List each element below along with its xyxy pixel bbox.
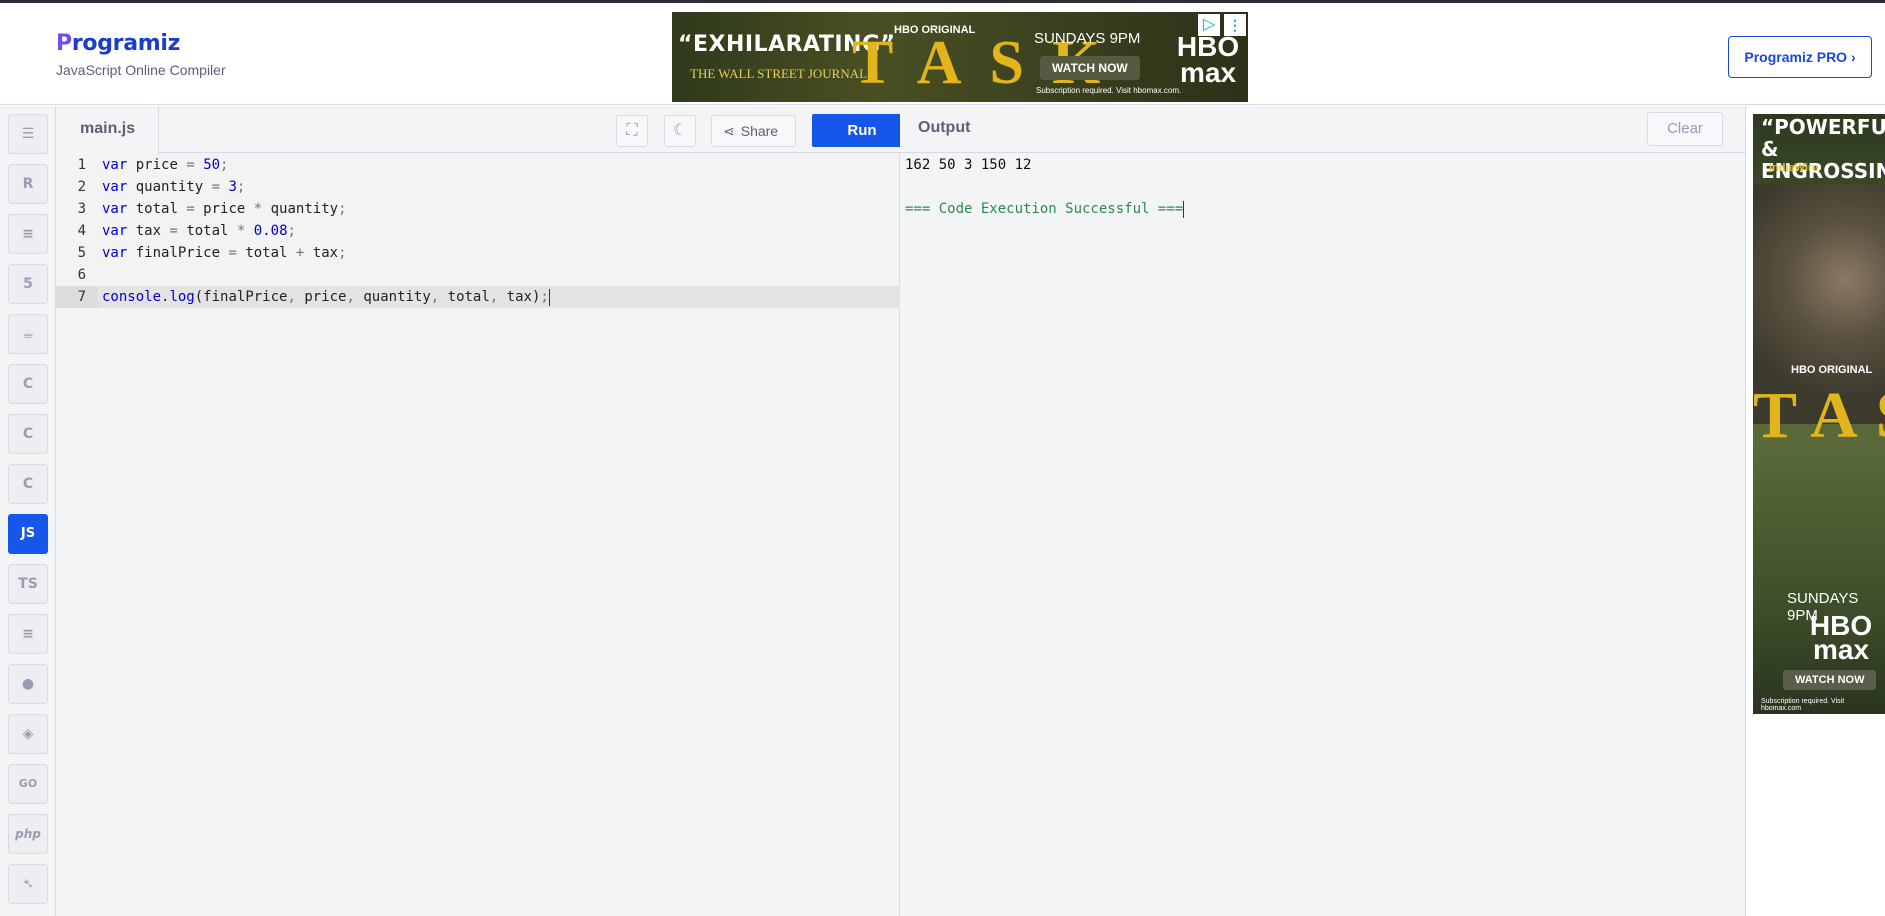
python-icon[interactable]: ☰ [8,114,48,154]
code-line[interactable]: 5 var finalPrice = total + tax; [56,242,900,264]
line-number: 1 [77,157,86,173]
run-button[interactable]: Run [812,114,912,147]
csharp-icon[interactable]: C [8,464,48,504]
output-title: Output [918,119,971,136]
line-number: 4 [77,223,86,239]
line-number: 6 [77,267,86,283]
adchoices-icon[interactable]: ▷ [1198,14,1220,36]
side-ad-watch-now-button[interactable]: WATCH NOW [1783,670,1877,690]
javascript-icon[interactable]: JS [8,514,48,554]
code-editor-panel: main.js ⛶ ☾ ⋖ Share Run 1 var price = 50;… [56,106,912,916]
ad-watch-now-button[interactable]: WATCH NOW [1040,56,1140,80]
cpp-icon[interactable]: C [8,414,48,454]
code-text: var price = 50; [102,157,229,173]
side-ad-brand: HBO max [1809,610,1873,665]
code-line[interactable]: 4 var tax = total * 0.08; [56,220,900,242]
side-banner-ad[interactable]: “POWERFUL & ENGROSSING” IndieWire HBO OR… [1753,114,1885,714]
line-number: 7 [77,289,86,305]
ad-source: THE WALL STREET JOURNAL. [690,66,871,81]
dart-icon[interactable]: ◈ [8,714,48,754]
clear-button[interactable]: Clear [1647,112,1723,146]
r-icon[interactable]: R [8,164,48,204]
kotlin-icon[interactable]: ≡ [8,614,48,654]
code-text: console.log(finalPrice, price, quantity,… [102,288,550,306]
sql-icon[interactable]: ≡ [8,214,48,254]
output-panel: Output Clear 162 50 3 150 12 === Code Exe… [900,106,1746,916]
code-text: var quantity = 3; [102,179,246,195]
go-icon[interactable]: GO [8,764,48,804]
html-icon[interactable]: 5 [8,264,48,304]
code-text: var total = price * quantity; [102,201,347,217]
php-icon[interactable]: php [8,814,48,854]
language-sidebar: ☰ R ≡ 5 ☕ C C C JS TS ≡ ● ◈ GO php ➴ [0,106,56,916]
code-line[interactable]: 1 var price = 50; [56,154,900,176]
top-banner-ad[interactable]: “EXHILARATING” THE WALL STREET JOURNAL. … [672,12,1248,102]
side-ad-network: HBO ORIGINAL [1791,364,1873,376]
output-cursor [1183,200,1185,218]
ad-menu-icon[interactable]: ⋮ [1224,14,1246,36]
code-line[interactable]: 3 var total = price * quantity; [56,198,900,220]
editor-toolbar: main.js ⛶ ☾ ⋖ Share [56,106,900,154]
line-number: 2 [77,179,86,195]
ad-brand: HBO max [1176,31,1240,88]
share-button[interactable]: ⋖ Share [711,115,796,147]
side-ad-source: IndieWire [1769,162,1819,174]
code-line[interactable]: 6 [56,264,900,286]
line-number: 3 [77,201,86,217]
output-console[interactable]: 162 50 3 150 12 === Code Execution Succes… [905,154,1185,220]
site-header: Programiz JavaScript Online Compiler “EX… [0,3,1885,105]
logo-wordmark: Programiz [56,31,181,56]
code-text: var finalPrice = total + tax; [102,245,347,261]
code-line-active[interactable]: 7 console.log(finalPrice, price, quantit… [56,286,900,308]
share-icon: ⋖ [723,123,735,139]
text-cursor [548,288,550,306]
swift-icon[interactable]: ➴ [8,864,48,904]
code-text: var tax = total * 0.08; [102,223,296,239]
dark-mode-icon[interactable]: ☾ [664,115,696,147]
share-label: Share [740,123,779,139]
output-header: Output Clear [900,106,1746,153]
ad-schedule: SUNDAYS 9PM [1034,30,1141,47]
side-ad-fineprint: Subscription required. Visit hbomax.com [1761,698,1845,712]
typescript-icon[interactable]: TS [8,564,48,604]
compiler-subtitle: JavaScript Online Compiler [56,62,226,78]
code-line[interactable]: 2 var quantity = 3; [56,176,900,198]
c-icon[interactable]: C [8,364,48,404]
ad-fineprint: Subscription required. Visit hbomax.com. [1036,86,1182,95]
programiz-logo[interactable]: Programiz JavaScript Online Compiler [56,31,226,78]
rust-icon[interactable]: ● [8,664,48,704]
line-number: 5 [77,245,86,261]
side-ad-show-title: TASK [1753,379,1885,452]
programiz-pro-button[interactable]: Programiz PRO › [1728,36,1872,78]
execution-status: === Code Execution Successful === [905,200,1185,218]
fullscreen-icon[interactable]: ⛶ [616,115,648,147]
file-tab-main-js[interactable]: main.js [56,106,159,154]
output-result: 162 50 3 150 12 [905,157,1032,173]
code-area[interactable]: 1 var price = 50; 2 var quantity = 3; 3 … [56,154,900,308]
java-icon[interactable]: ☕ [8,314,48,354]
